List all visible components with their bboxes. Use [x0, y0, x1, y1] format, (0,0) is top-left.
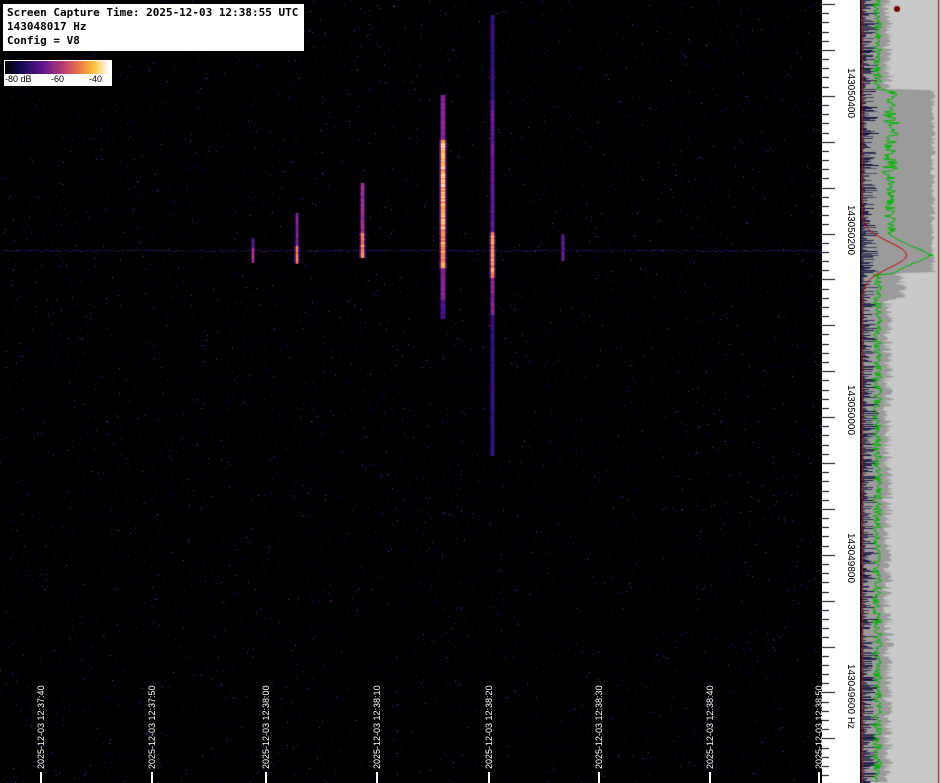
time-tick-mark: [488, 772, 490, 783]
config-text: Config = V8: [7, 34, 298, 48]
axis-label-overlays: 2025-12-03 12:37:40 2025-12-03 12:37:50 20…: [0, 0, 941, 783]
time-tick-mark: [151, 772, 153, 783]
time-tick-label: 2025-12-03 12:37:50: [147, 685, 157, 769]
legend-mid-label: -60: [51, 74, 64, 84]
capture-info-box: Screen Capture Time: 2025-12-03 12:38:55…: [2, 3, 305, 52]
time-tick-label: 2025-12-03 12:38:40: [705, 685, 715, 769]
time-tick-mark: [818, 772, 820, 783]
time-tick-label: 2025-12-03 12:38:50: [814, 685, 824, 769]
colormap-gradient: [5, 61, 109, 74]
legend-max-label: -40: [89, 74, 102, 84]
center-frequency-text: 143048017 Hz: [7, 20, 298, 34]
color-scale-legend: -80 dB -60 -40: [4, 60, 112, 86]
time-tick-mark: [265, 772, 267, 783]
time-tick-mark: [40, 772, 42, 783]
time-tick-label: 2025-12-03 12:38:10: [372, 685, 382, 769]
time-tick-label: 2025-12-03 12:38:20: [484, 685, 494, 769]
capture-time-text: Screen Capture Time: 2025-12-03 12:38:55…: [7, 6, 298, 20]
time-tick-label: 2025-12-03 12:37:40: [36, 685, 46, 769]
frequency-tick-label: 143049800: [845, 533, 856, 583]
frequency-tick-label: 143050200: [845, 205, 856, 255]
time-tick-mark: [376, 772, 378, 783]
frequency-tick-label: 143049600 Hz: [845, 664, 856, 729]
frequency-tick-label: 143050000: [845, 385, 856, 435]
time-tick-label: 2025-12-03 12:38:30: [594, 685, 604, 769]
spectrum-monitor-app: 2025-12-03 12:37:40 2025-12-03 12:37:50 20…: [0, 0, 941, 783]
legend-labels: -80 dB -60 -40: [5, 74, 111, 85]
legend-min-label: -80 dB: [5, 74, 32, 84]
frequency-tick-label: 143050400: [845, 68, 856, 118]
time-tick-mark: [598, 772, 600, 783]
time-tick-mark: [709, 772, 711, 783]
time-tick-label: 2025-12-03 12:38:00: [261, 685, 271, 769]
